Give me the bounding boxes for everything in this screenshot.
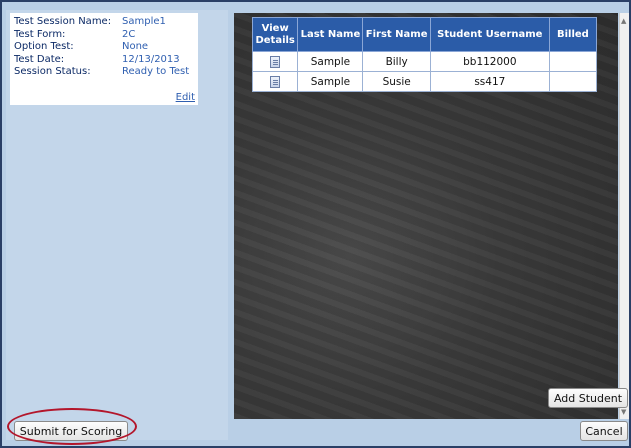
document-icon[interactable]: [270, 55, 281, 68]
table-header-row: View Details Last Name First Name Studen…: [251, 17, 598, 52]
username-cell: bb112000: [429, 51, 550, 72]
column-header-view-details: View Details: [251, 17, 299, 52]
session-value: Ready to Test: [122, 66, 190, 77]
session-row-form: Test Form: 2C: [14, 29, 194, 42]
column-header-username: Student Username: [429, 17, 550, 52]
scroll-down-icon[interactable]: ▼: [621, 408, 626, 416]
add-student-button[interactable]: Add Student: [548, 388, 628, 408]
submit-for-scoring-button[interactable]: Submit for Scoring: [14, 421, 128, 441]
session-row-option: Option Test: None: [14, 41, 194, 54]
first-name-cell: Susie: [362, 71, 431, 92]
session-label: Test Date:: [14, 53, 65, 65]
session-info-panel: Test Session Name: Sample1 Test Form: 2C…: [10, 13, 198, 105]
last-name-cell: Sample: [297, 71, 364, 92]
session-value: 2C: [122, 28, 136, 40]
edit-link[interactable]: Edit: [176, 92, 195, 105]
students-table: View Details Last Name First Name Studen…: [251, 17, 598, 92]
session-row-status: Session Status: Ready to Test: [14, 66, 194, 79]
session-row-date: Test Date: 12/13/2013: [14, 54, 194, 67]
username-cell: ss417: [429, 71, 550, 92]
session-value: Sample1: [122, 16, 166, 27]
view-details-cell[interactable]: [251, 71, 299, 92]
column-header-first-name: First Name: [362, 17, 431, 52]
document-icon[interactable]: [270, 75, 281, 88]
session-label: Session Status:: [14, 66, 91, 77]
table-row: Sample Susie ss417: [251, 71, 598, 92]
billed-cell: [548, 51, 598, 72]
billed-cell: [548, 71, 598, 92]
scroll-up-icon[interactable]: ▲: [621, 17, 626, 25]
last-name-cell: Sample: [297, 51, 364, 72]
session-label: Option Test:: [14, 41, 74, 52]
cancel-button[interactable]: Cancel: [580, 421, 628, 441]
session-value: None: [122, 41, 149, 52]
session-label: Test Form:: [14, 28, 66, 40]
table-row: Sample Billy bb112000: [251, 51, 598, 72]
session-row-name: Test Session Name: Sample1: [14, 16, 194, 29]
session-label: Test Session Name:: [14, 16, 112, 27]
column-header-billed: Billed: [548, 17, 598, 52]
view-details-cell[interactable]: [251, 51, 299, 72]
session-value: 12/13/2013: [122, 53, 180, 65]
column-header-last-name: Last Name: [297, 17, 364, 52]
vertical-scrollbar[interactable]: ▲ ▼: [619, 13, 629, 419]
first-name-cell: Billy: [362, 51, 431, 72]
